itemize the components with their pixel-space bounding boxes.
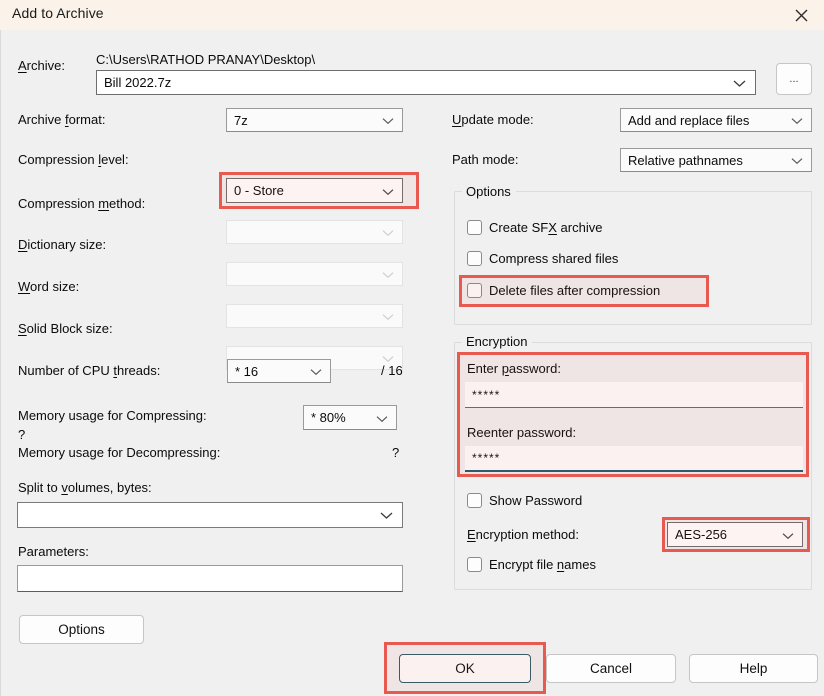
ok-button[interactable]: OK xyxy=(399,654,531,683)
memory-compressing-combo[interactable]: * 80% xyxy=(303,405,397,430)
archive-format-label: Archive format: xyxy=(18,112,106,127)
update-mode-label: Update mode: xyxy=(452,112,534,127)
memory-compressing-value: * 80% xyxy=(311,410,346,425)
add-to-archive-dialog: Add to Archive Archive: C:\Users\RATHOD … xyxy=(0,0,824,696)
checkbox-create-sfx-archive[interactable]: Create SFX archive xyxy=(467,220,602,235)
checkbox-label: Compress shared files xyxy=(489,251,619,266)
checkbox-delete-files-after-compression[interactable]: Delete files after compression xyxy=(467,283,660,298)
word-size-combo xyxy=(226,304,403,328)
checkbox-encrypt-file-names[interactable]: Encrypt file names xyxy=(467,557,596,572)
encryption-method-value: AES-256 xyxy=(675,527,728,542)
enter-password-label: Enter password: xyxy=(467,361,561,376)
path-mode-label: Path mode: xyxy=(452,152,519,167)
options-group-title: Options xyxy=(462,184,516,199)
encryption-group-title: Encryption xyxy=(462,334,533,349)
chevron-down-icon xyxy=(382,309,394,324)
checkbox-box xyxy=(467,251,482,266)
update-mode-combo[interactable]: Add and replace files xyxy=(620,108,812,132)
dialog-body: Archive: C:\Users\RATHOD PRANAY\Desktop\… xyxy=(0,30,824,696)
close-icon[interactable] xyxy=(778,0,824,30)
archive-format-value: 7z xyxy=(234,112,248,128)
memory-compressing-label: Memory usage for Compressing: xyxy=(18,408,207,423)
chevron-down-icon xyxy=(382,267,394,282)
compression-method-label: Compression method: xyxy=(18,196,146,211)
chevron-down-icon xyxy=(376,410,388,425)
cpu-threads-value: * 16 xyxy=(235,363,259,379)
dictionary-size-label: Dictionary size: xyxy=(18,237,107,252)
options-button[interactable]: Options xyxy=(19,615,144,644)
chevron-down-icon xyxy=(382,113,394,128)
compression-method-combo xyxy=(226,220,403,244)
archive-label: Archive: xyxy=(18,58,65,73)
memory-decompressing-unknown: ? xyxy=(392,445,400,460)
encryption-method-combo[interactable]: AES-256 xyxy=(667,522,803,547)
chevron-down-icon xyxy=(791,153,803,168)
path-mode-combo[interactable]: Relative pathnames xyxy=(620,148,812,172)
chevron-down-icon xyxy=(310,364,322,379)
chevron-down-icon xyxy=(733,75,746,90)
chevron-down-icon xyxy=(791,113,803,128)
title-bar: Add to Archive xyxy=(0,0,824,31)
browse-button[interactable]: ... xyxy=(776,63,812,95)
archive-name-value: Bill 2022.7z xyxy=(104,75,172,90)
checkbox-compress-shared-files[interactable]: Compress shared files xyxy=(467,251,618,266)
checkbox-box xyxy=(467,220,482,235)
checkbox-label: Encrypt file names xyxy=(489,557,596,572)
word-size-label: Word size: xyxy=(18,279,80,294)
checkbox-box xyxy=(467,557,482,572)
memory-decompressing-label: Memory usage for Decompressing: xyxy=(18,445,221,460)
chevron-down-icon xyxy=(380,508,393,523)
reenter-password-input[interactable]: ***** xyxy=(465,446,803,472)
checkbox-box xyxy=(467,283,482,298)
parameters-input[interactable] xyxy=(17,565,403,592)
split-volumes-label: Split to volumes, bytes: xyxy=(18,480,152,495)
solid-block-size-label: Solid Block size: xyxy=(18,321,113,336)
reenter-password-label: Reenter password: xyxy=(467,425,577,440)
compression-level-label: Compression level: xyxy=(18,152,129,167)
chevron-down-icon xyxy=(382,183,394,198)
window-title: Add to Archive xyxy=(12,5,104,21)
parameters-label: Parameters: xyxy=(18,544,89,559)
archive-name-combo[interactable]: Bill 2022.7z xyxy=(96,70,756,95)
split-volumes-combo[interactable] xyxy=(17,502,403,528)
checkbox-label: Show Password xyxy=(489,493,583,508)
checkbox-label: Create SFX archive xyxy=(489,220,603,235)
enter-password-input[interactable]: ***** xyxy=(465,382,803,408)
encryption-method-label: Encryption method: xyxy=(467,527,580,542)
archive-format-combo[interactable]: 7z xyxy=(226,108,403,132)
cancel-button[interactable]: Cancel xyxy=(546,654,676,683)
help-button[interactable]: Help xyxy=(689,654,818,683)
path-mode-value: Relative pathnames xyxy=(628,152,743,168)
compression-level-value: 0 - Store xyxy=(234,183,284,198)
archive-path-text: C:\Users\RATHOD PRANAY\Desktop\ xyxy=(96,52,316,67)
memory-compressing-unknown: ? xyxy=(18,427,26,442)
chevron-down-icon xyxy=(382,225,394,240)
dictionary-size-combo xyxy=(226,262,403,286)
update-mode-value: Add and replace files xyxy=(628,112,750,128)
compression-level-combo[interactable]: 0 - Store xyxy=(226,178,403,203)
checkbox-label: Delete files after compression xyxy=(489,283,661,298)
cpu-threads-total: / 16 xyxy=(381,363,403,378)
cpu-threads-combo[interactable]: * 16 xyxy=(227,359,331,383)
checkbox-box xyxy=(467,493,482,508)
chevron-down-icon xyxy=(782,527,794,542)
cpu-threads-label: Number of CPU threads: xyxy=(18,363,161,378)
checkbox-show-password[interactable]: Show Password xyxy=(467,493,582,508)
